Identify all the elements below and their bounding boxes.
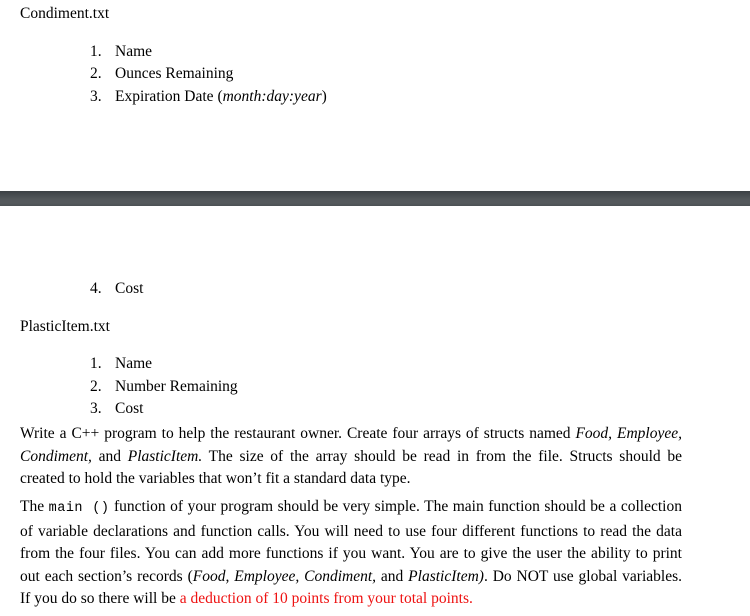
plasticitem-field-list: 1. Name 2. Number Remaining 3. Cost — [0, 356, 750, 417]
para1-italic-2: PlasticItem. — [127, 447, 203, 465]
list-item-label: Ounces Remaining — [115, 65, 234, 82]
list-marker: 1. — [90, 42, 102, 60]
condiment-field-list: 1. Name 2. Ounces Remaining 3. Expiration D… — [0, 42, 750, 105]
list-item-label: Cost — [115, 400, 144, 417]
list-item: 3. Expiration Date (month:day:year) — [0, 87, 750, 105]
para1-text-2: and — [91, 447, 128, 465]
list-item: 2. Ounces Remaining — [0, 66, 750, 82]
list-item-label: Name — [115, 42, 153, 60]
list-marker: 4. — [90, 280, 102, 297]
list-item-label-italic: month:day:year — [222, 87, 322, 105]
list-item-label-after: ) — [321, 87, 327, 105]
main-function-code: main () — [48, 501, 110, 516]
list-marker: 3. — [90, 87, 102, 105]
assignment-paragraph-1: Write a C++ program to help the restaura… — [0, 423, 750, 491]
document-page: Condiment.txt 1. Name 2. Ounces Remaining … — [0, 0, 750, 616]
list-item-label: Name — [115, 355, 153, 372]
list-item: 3. Cost — [0, 401, 750, 417]
list-marker: 2. — [90, 65, 102, 82]
list-item-label: Cost — [115, 280, 144, 297]
list-item: 1. Name — [0, 42, 750, 60]
page-break-divider — [0, 191, 750, 206]
list-marker: 2. — [90, 377, 102, 395]
section-condiment: Condiment.txt 1. Name 2. Ounces Remaining … — [0, 6, 750, 104]
section-plasticitem: 4. Cost PlasticItem.txt 1. Name 2. Number R… — [0, 281, 750, 417]
penalty-warning-text: a deduction of 10 points from your total… — [179, 590, 473, 607]
para2-italic-2: PlasticItem) — [408, 567, 484, 585]
list-marker: 3. — [90, 400, 102, 417]
para2-italic-1: Food, Employee, Condiment, — [192, 567, 377, 585]
list-marker: 1. — [90, 355, 102, 372]
assignment-paragraph-2: The main () function of your program sho… — [0, 496, 750, 611]
assignment-paragraph-1-container: Write a C++ program to help the restaura… — [0, 423, 750, 491]
assignment-paragraph-2-container: The main () function of your program sho… — [0, 496, 750, 611]
list-item: 2. Number Remaining — [0, 377, 750, 395]
para2-text-1: The — [20, 498, 49, 515]
list-item: 1. Name — [0, 356, 750, 372]
list-item-label: Expiration Date ( — [115, 87, 223, 105]
para1-text-1: Write a C++ program to help the restaura… — [20, 425, 576, 442]
list-item: 4. Cost — [0, 281, 750, 297]
file-heading-condiment: Condiment.txt — [20, 5, 110, 22]
para2-text-3: and — [376, 567, 409, 585]
condiment-field-list-continued: 4. Cost — [0, 281, 750, 297]
list-item-label: Number Remaining — [115, 377, 238, 395]
file-heading-plasticitem: PlasticItem.txt — [20, 317, 110, 335]
